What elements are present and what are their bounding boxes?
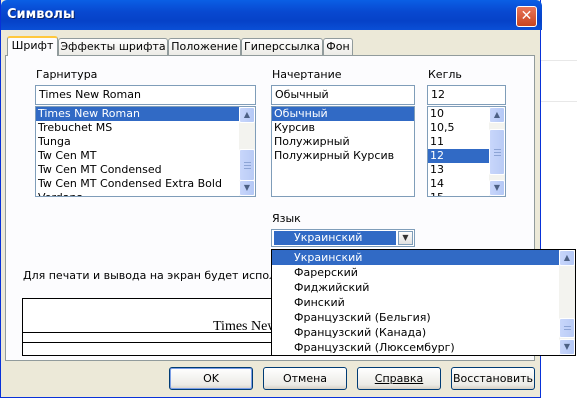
typeface-list-item[interactable]: Tw Cen MT Condensed Extra Bold [36,177,255,191]
tab-hyperlink[interactable]: Гиперссылка [241,38,323,55]
tab-label: Гиперссылка [244,40,320,53]
typeface-list-item[interactable]: Tw Cen MT [36,149,255,163]
scroll-down-icon[interactable]: ▼ [239,180,255,196]
scroll-up-icon[interactable]: ▲ [239,107,255,123]
ok-button[interactable]: OK [169,367,253,390]
scroll-thumb[interactable] [559,318,575,338]
background-divider [541,60,577,61]
language-option[interactable]: Французский (Бельгия) [272,310,575,325]
chevron-down-icon[interactable]: ▼ [398,231,413,245]
help-button[interactable]: Справка [357,367,441,390]
size-input[interactable]: 12 [427,85,506,105]
style-list[interactable]: Обычный Курсив Полужирный Полужирный Курсив [271,106,415,197]
scroll-thumb[interactable] [489,129,505,175]
size-scrollbar[interactable]: ▲ ▼ [489,107,505,196]
tab-label: Положение [171,40,238,53]
font-preview: Times New [22,298,302,356]
style-label: Начертание [272,68,342,81]
language-option[interactable]: Фарерский [272,265,575,280]
close-button[interactable]: ✕ [516,6,537,27]
title-bar[interactable]: Символы ✕ [1,0,542,30]
language-option[interactable]: Фиджийский [272,280,575,295]
typeface-list-item[interactable]: Times New Roman [36,107,255,121]
language-select[interactable]: Украинский ▼ [271,229,415,247]
reset-button[interactable]: Восстановить [451,367,535,390]
background-divider [541,101,577,102]
typeface-list-item[interactable]: Verdana [36,191,255,196]
tab-background[interactable]: Фон [323,38,353,55]
language-option[interactable]: Французский (Люксембург) [272,340,575,355]
size-label: Кегль [428,68,462,81]
cancel-button[interactable]: Отмена [263,367,347,390]
close-icon: ✕ [520,8,533,24]
tab-label: Шрифт [11,39,54,52]
preview-text: Times New [213,319,278,334]
typeface-list[interactable]: Times New Roman Trebuchet MS Tunga Tw Cen M… [35,106,256,197]
tab-font[interactable]: Шрифт [7,36,58,56]
info-text: Для печати и вывода на экран будет испол… [23,269,309,282]
scroll-down-icon[interactable]: ▼ [559,339,575,355]
style-list-item[interactable]: Обычный [272,107,414,121]
tab-font-effects[interactable]: Эффекты шрифта [58,38,168,55]
dialog-title: Символы [7,7,75,22]
typeface-label: Гарнитура [36,68,98,81]
scroll-up-icon[interactable]: ▲ [489,107,505,123]
style-list-item[interactable]: Курсив [272,121,414,135]
scroll-down-icon[interactable]: ▼ [489,180,505,196]
typeface-list-item[interactable]: Trebuchet MS [36,121,255,135]
help-button-label: Справка [374,372,424,385]
language-dropdown-list[interactable]: Украинский Фарерский Фиджийский Финский Фран… [271,249,576,356]
typeface-list-item[interactable]: Tunga [36,135,255,149]
language-label: Язык [272,212,301,225]
language-option[interactable]: Французский (Канада) [272,325,575,340]
preview-line [23,342,301,343]
style-input[interactable]: Обычный [271,85,415,105]
typeface-input[interactable]: Times New Roman [35,85,256,105]
scroll-thumb[interactable] [239,149,255,181]
tab-label: Эффекты шрифта [60,40,166,53]
tab-label: Фон [326,40,350,53]
style-list-item[interactable]: Полужирный [272,135,414,149]
tab-position[interactable]: Положение [168,38,241,55]
language-selected-value: Украинский [274,231,396,245]
size-list[interactable]: 1010,51112131415 ▲ ▼ [427,106,506,197]
style-list-item[interactable]: Полужирный Курсив [272,149,414,163]
dropdown-scrollbar[interactable]: ▲ ▼ [559,250,575,355]
scroll-up-icon[interactable]: ▲ [559,250,575,266]
language-option[interactable]: Украинский [272,250,575,265]
typeface-list-item[interactable]: Tw Cen MT Condensed [36,163,255,177]
typeface-scrollbar[interactable]: ▲ ▼ [239,107,255,196]
language-option[interactable]: Финский [272,295,575,310]
